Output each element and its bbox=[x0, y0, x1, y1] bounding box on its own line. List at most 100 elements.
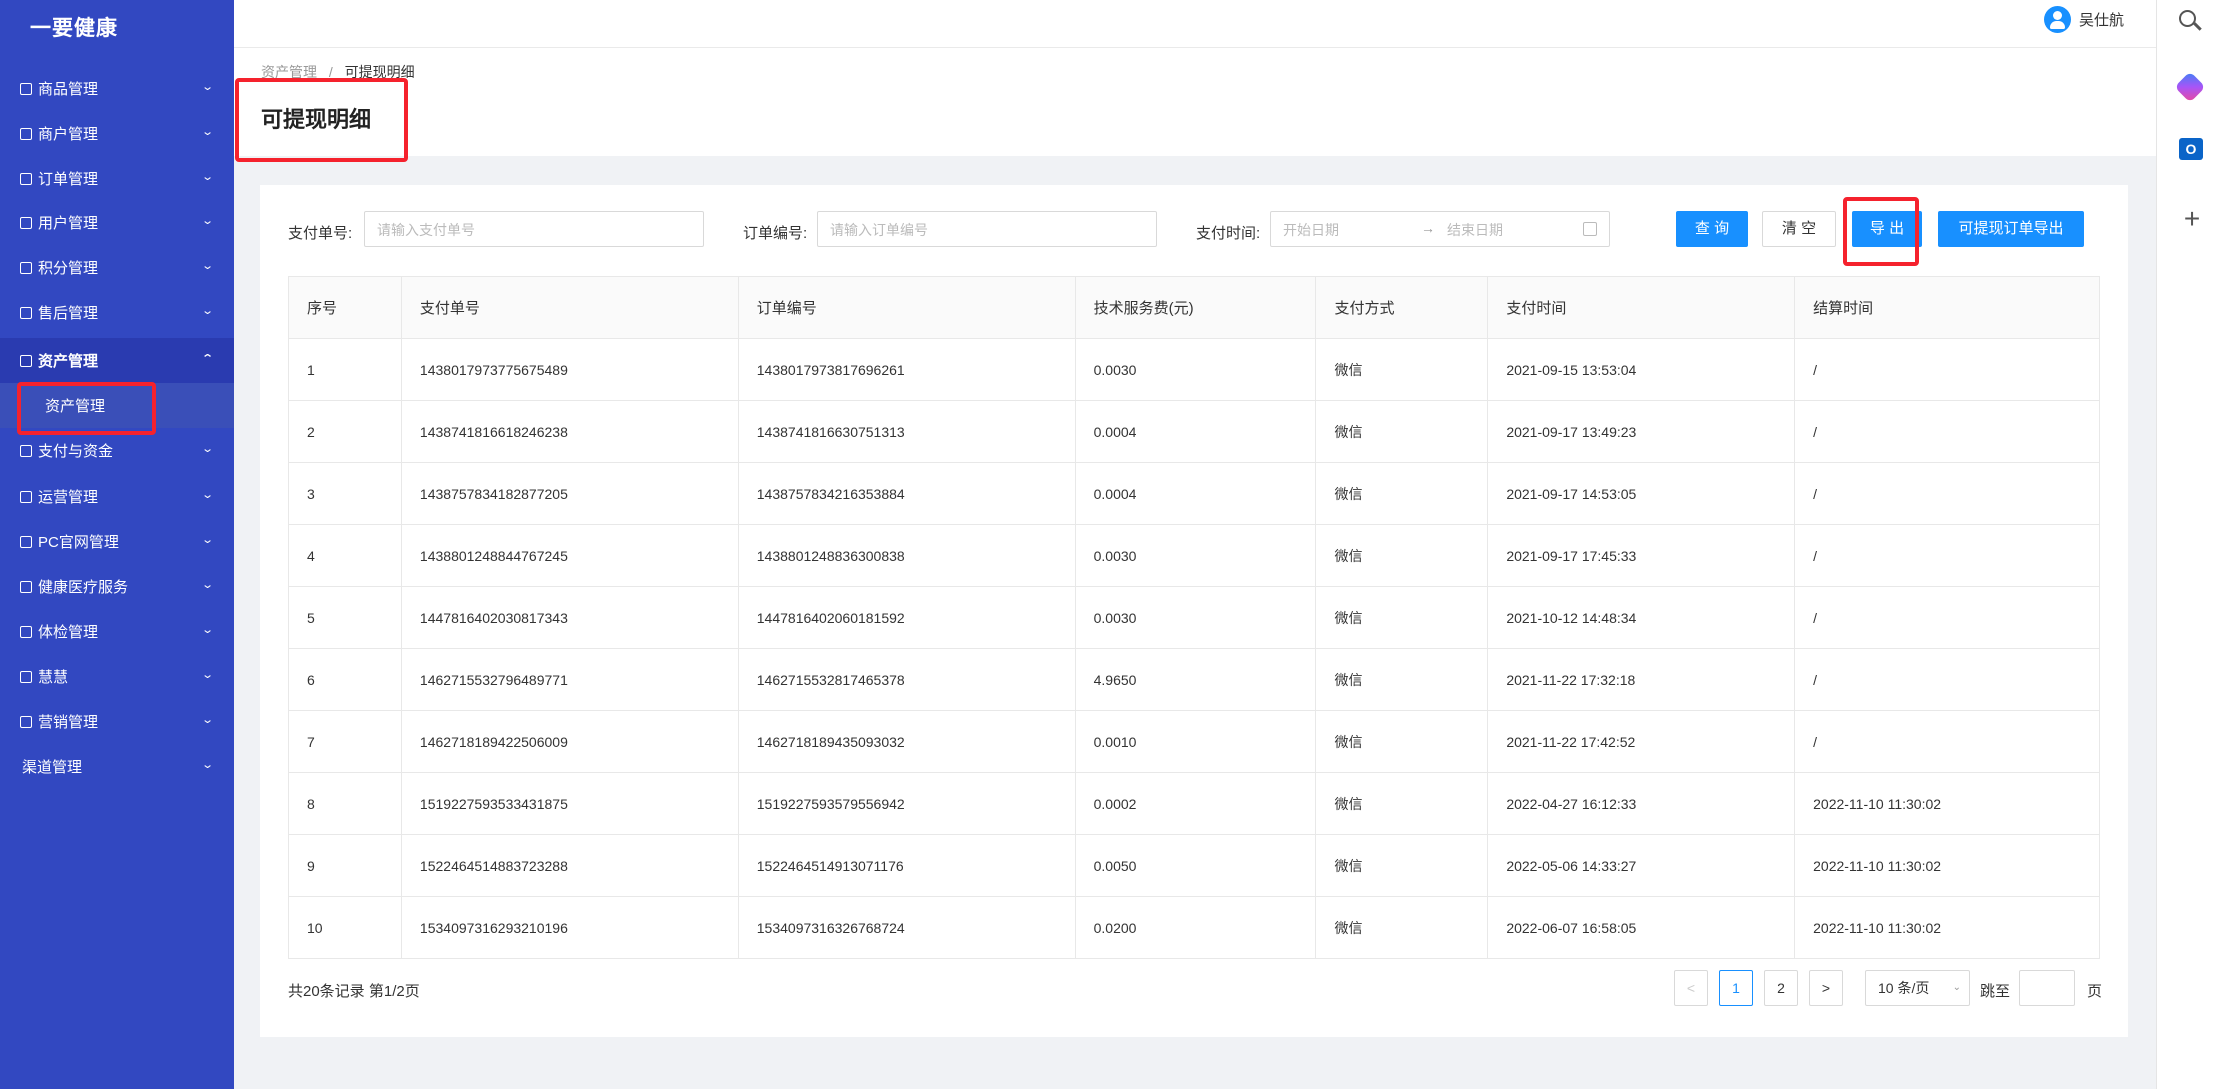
table-cell: / bbox=[1794, 524, 2100, 587]
table-cell: 0.0004 bbox=[1074, 462, 1317, 525]
column-header: 序号 bbox=[288, 276, 402, 339]
sidebar-item-10[interactable]: 健康医疗服务 ⌄ bbox=[0, 564, 234, 609]
highlight-export-button bbox=[1843, 197, 1919, 266]
date-range-picker[interactable]: 开始日期 → 结束日期 bbox=[1270, 211, 1610, 247]
sidebar-item-0[interactable]: 商品管理 ⌄ bbox=[0, 66, 234, 111]
table-row: 1 1438017973775675489 1438017973817696261 0… bbox=[288, 338, 2100, 401]
sidebar-item-label: 商品管理 bbox=[38, 81, 99, 98]
pagination: 共20条记录 第1/2页 < 1 2 > 10 条/页 ⌄ 跳至 页 bbox=[260, 970, 2128, 1010]
sidebar-item-label: 运营管理 bbox=[38, 489, 99, 506]
jump-input[interactable] bbox=[2019, 970, 2075, 1006]
table-row: 9 1522464514883723288 1522464514913071176 0… bbox=[288, 834, 2100, 897]
page-1-button[interactable]: 1 bbox=[1719, 970, 1753, 1006]
table-cell: 2021-09-15 13:53:04 bbox=[1487, 338, 1796, 401]
sidebar-item-3[interactable]: 用户管理 ⌄ bbox=[0, 200, 234, 245]
table-cell: 0.0002 bbox=[1074, 772, 1317, 835]
checkup-icon bbox=[20, 625, 32, 638]
table-cell: 2022-04-27 16:12:33 bbox=[1487, 772, 1796, 835]
table-row: 3 1438757834182877205 1438757834216353884 0… bbox=[288, 462, 2100, 525]
app-logo: 一要健康 bbox=[30, 17, 118, 40]
table-row: 10 1534097316293210196 1534097316326768724… bbox=[288, 896, 2100, 959]
chevron-down-icon: ⌄ bbox=[200, 624, 214, 636]
end-date-input[interactable]: 结束日期 bbox=[1447, 220, 1503, 240]
table-cell: 2022-11-10 11:30:02 bbox=[1794, 834, 2100, 897]
table-cell: 6 bbox=[288, 648, 402, 711]
table-cell: / bbox=[1794, 462, 2100, 525]
wallet-icon bbox=[20, 444, 32, 457]
start-date-input[interactable]: 开始日期 bbox=[1283, 222, 1339, 238]
box-icon bbox=[20, 82, 32, 95]
range-arrow: → bbox=[1421, 220, 1435, 236]
user-menu[interactable]: 吴仕航 bbox=[2043, 6, 2124, 33]
jump-label: 跳至 bbox=[1980, 983, 2011, 1000]
sidebar-item-label: 商户管理 bbox=[38, 126, 99, 143]
chevron-down-icon: ⌄ bbox=[1952, 982, 1961, 993]
table-cell: 0.0200 bbox=[1074, 896, 1317, 959]
prev-page-button[interactable]: < bbox=[1674, 970, 1708, 1006]
page-2-button[interactable]: 2 bbox=[1764, 970, 1798, 1006]
outlook-icon[interactable]: O bbox=[2179, 138, 2205, 164]
top-bar: 吴仕航 bbox=[234, 0, 2156, 48]
sidebar-item-5[interactable]: 售后管理 ⌄ bbox=[0, 290, 234, 335]
sidebar-item-label: 积分管理 bbox=[38, 260, 99, 277]
copilot-icon[interactable] bbox=[2174, 71, 2206, 103]
table-cell: 1438741816630751313 bbox=[737, 400, 1076, 463]
browser-side-toolbar: O + bbox=[2156, 0, 2222, 1089]
sidebar-item-label: 营销管理 bbox=[38, 714, 99, 731]
table-cell: 1438741816618246238 bbox=[400, 400, 739, 463]
sidebar-item-12[interactable]: 慧慧 ⌄ bbox=[0, 654, 234, 699]
clear-button[interactable]: 清 空 bbox=[1762, 211, 1836, 247]
main-area: 吴仕航 资产管理 / 可提现明细 可提现明细 支付单号: 请输入支付单号 订单编… bbox=[234, 0, 2156, 1089]
sidebar-item-6[interactable]: 资产管理 ⌃ bbox=[0, 338, 234, 383]
table-cell: 1462718189435093032 bbox=[737, 710, 1076, 773]
sidebar-item-8[interactable]: 运营管理 ⌄ bbox=[0, 474, 234, 519]
table-header-row: 序号 支付单号 订单编号 技术服务费(元) 支付方式 支付时间 结算时间 bbox=[288, 276, 2100, 339]
table-cell: 2 bbox=[288, 400, 402, 463]
operation-icon bbox=[20, 490, 32, 503]
gift-icon bbox=[20, 715, 32, 728]
table-cell: 0.0030 bbox=[1074, 524, 1317, 587]
sidebar-item-label: PC官网管理 bbox=[38, 534, 119, 551]
table-cell: 2021-11-22 17:32:18 bbox=[1487, 648, 1796, 711]
pay-no-input[interactable]: 请输入支付单号 bbox=[364, 211, 704, 247]
order-no-label: 订单编号: bbox=[743, 225, 808, 242]
sidebar-item-9[interactable]: PC官网管理 ⌄ bbox=[0, 519, 234, 564]
page-size-select[interactable]: 10 条/页 ⌄ bbox=[1865, 970, 1970, 1006]
sidebar-item-13[interactable]: 营销管理 ⌄ bbox=[0, 699, 234, 744]
order-icon bbox=[20, 172, 32, 185]
sidebar-item-label: 用户管理 bbox=[38, 215, 99, 232]
export-orders-button[interactable]: 可提现订单导出 bbox=[1938, 211, 2084, 247]
pay-no-label: 支付单号: bbox=[288, 225, 353, 242]
table-cell: 2021-10-12 14:48:34 bbox=[1487, 586, 1796, 649]
user-icon bbox=[20, 216, 32, 229]
sidebar-item-14[interactable]: 渠道管理 ⌄ bbox=[0, 744, 234, 789]
table-cell: / bbox=[1794, 338, 2100, 401]
table-cell: 1462715532796489771 bbox=[400, 648, 739, 711]
search-icon[interactable] bbox=[2179, 10, 2205, 36]
sidebar-item-1[interactable]: 商户管理 ⌄ bbox=[0, 111, 234, 156]
table-cell: 微信 bbox=[1315, 338, 1489, 401]
content-card: 支付单号: 请输入支付单号 订单编号: 请输入订单编号 支付时间: 开始日期 →… bbox=[260, 185, 2128, 1037]
sidebar-item-4[interactable]: 积分管理 ⌄ bbox=[0, 245, 234, 290]
table-cell: 1462718189422506009 bbox=[400, 710, 739, 773]
sidebar-item-11[interactable]: 体检管理 ⌄ bbox=[0, 609, 234, 654]
table-cell: 1438801248844767245 bbox=[400, 524, 739, 587]
add-icon[interactable]: + bbox=[2179, 205, 2205, 233]
table-cell: 1447816402060181592 bbox=[737, 586, 1076, 649]
chevron-down-icon: ⌄ bbox=[200, 171, 214, 183]
column-header: 支付方式 bbox=[1315, 276, 1489, 339]
table-cell: 0.0004 bbox=[1074, 400, 1317, 463]
table-cell: 微信 bbox=[1315, 772, 1489, 835]
sidebar: 一要健康 商品管理 ⌄ 商户管理 ⌄ 订单管理 ⌄ 用户管理 ⌄ 积分管理 ⌄ 售后管理 ⌄ 资产管理 ⌃… bbox=[0, 0, 234, 1089]
next-page-button[interactable]: > bbox=[1809, 970, 1843, 1006]
order-no-input[interactable]: 请输入订单编号 bbox=[817, 211, 1157, 247]
sidebar-item-2[interactable]: 订单管理 ⌄ bbox=[0, 156, 234, 201]
table-cell: 3 bbox=[288, 462, 402, 525]
table-cell: 微信 bbox=[1315, 710, 1489, 773]
sidebar-item-label: 售后管理 bbox=[38, 305, 99, 322]
column-header: 结算时间 bbox=[1794, 276, 2100, 339]
table-cell: 1522464514883723288 bbox=[400, 834, 739, 897]
table-cell: 1519227593579556942 bbox=[737, 772, 1076, 835]
query-button[interactable]: 查 询 bbox=[1676, 211, 1748, 247]
table-cell: 1462715532817465378 bbox=[737, 648, 1076, 711]
